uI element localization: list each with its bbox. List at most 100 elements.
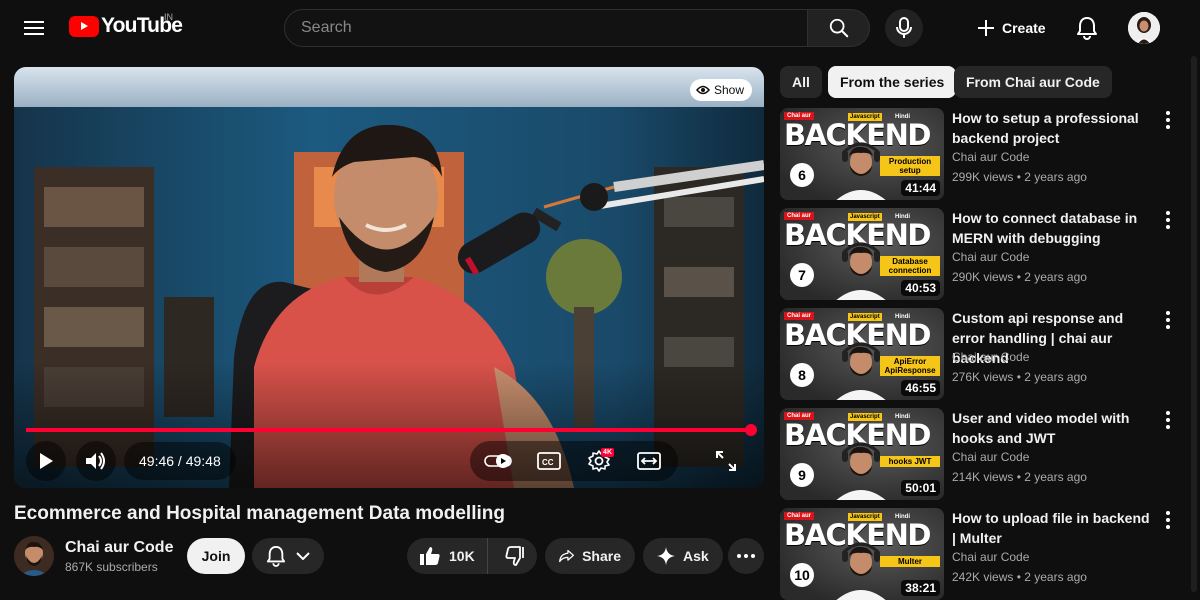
episode-number: 10: [790, 563, 814, 587]
subscriber-count: 867K subscribers: [65, 560, 158, 574]
recommendation-more-button[interactable]: [1156, 208, 1180, 232]
search-icon: [829, 18, 848, 38]
mic-icon: [896, 17, 912, 38]
video-thumbnail[interactable]: Chai aur Javascript Hindi BACKEND 6 Productio…: [780, 108, 944, 200]
video-thumbnail[interactable]: Chai aur Javascript Hindi BACKEND 8 ApiError …: [780, 308, 944, 400]
theater-icon: [637, 452, 661, 470]
chip-from-the-series[interactable]: From the series: [828, 66, 957, 98]
recommendation-title[interactable]: User and video model with hooks and JWT: [952, 408, 1152, 448]
video-frame: [14, 67, 764, 488]
more-vertical-icon: [1166, 311, 1170, 329]
scrollbar[interactable]: [1188, 56, 1200, 592]
recommendation-title[interactable]: How to upload file in backend | Multer: [952, 508, 1152, 548]
quality-badge: 4K: [601, 448, 614, 457]
ask-button[interactable]: Ask: [643, 538, 723, 574]
recommendation-item[interactable]: Chai aur Javascript Hindi BACKEND 6 Productio…: [780, 108, 1190, 200]
recommendation-channel[interactable]: Chai aur Code: [952, 550, 1029, 564]
autoplay-toggle-icon: [484, 454, 512, 468]
recommendation-item[interactable]: Chai aur Javascript Hindi BACKEND 7 Database …: [780, 208, 1190, 300]
episode-number: 6: [790, 163, 814, 187]
video-thumbnail[interactable]: Chai aur Javascript Hindi BACKEND 9 hooks JWT…: [780, 408, 944, 500]
episode-number: 7: [790, 263, 814, 287]
video-duration: 50:01: [901, 480, 940, 496]
eye-icon: [695, 85, 710, 95]
create-button[interactable]: Create: [966, 9, 1060, 47]
thumbnail-person-image: [836, 442, 886, 500]
recommendation-title[interactable]: How to setup a professional backend proj…: [952, 108, 1152, 148]
dislike-button[interactable]: [496, 538, 537, 574]
search-input[interactable]: [284, 9, 808, 47]
show-label: Show: [713, 83, 744, 97]
show-chapters-button[interactable]: Show: [689, 79, 752, 101]
volume-button[interactable]: [76, 441, 116, 481]
recommendation-more-button[interactable]: [1156, 408, 1180, 432]
svg-text:CC: CC: [542, 458, 554, 467]
youtube-logo[interactable]: YouTube IN: [69, 12, 183, 38]
more-vertical-icon: [1166, 111, 1170, 129]
share-icon: [559, 549, 575, 563]
country-code: IN: [164, 12, 173, 22]
play-button[interactable]: [26, 441, 66, 481]
fullscreen-button[interactable]: [706, 441, 746, 481]
theater-mode-button[interactable]: [626, 441, 672, 481]
recommendation-channel[interactable]: Chai aur Code: [952, 450, 1029, 464]
recommendation-more-button[interactable]: [1156, 108, 1180, 132]
bell-icon: [1077, 17, 1097, 40]
recommendation-meta: 242K views • 2 years ago: [952, 570, 1087, 584]
autoplay-toggle[interactable]: [476, 441, 522, 481]
plus-icon: [978, 20, 994, 36]
menu-icon: [24, 21, 44, 35]
chevron-down-icon: [296, 552, 310, 560]
voice-search-button[interactable]: [885, 9, 923, 47]
like-button[interactable]: 10K: [407, 538, 488, 574]
video-thumbnail[interactable]: Chai aur Javascript Hindi BACKEND 10 Multer 38…: [780, 508, 944, 600]
thumbnail-topic-label: hooks JWT: [880, 456, 940, 467]
menu-button[interactable]: [16, 12, 52, 44]
recommendation-channel[interactable]: Chai aur Code: [952, 250, 1029, 264]
recommendation-more-button[interactable]: [1156, 508, 1180, 532]
thumbnail-person-image: [836, 542, 886, 600]
recommendation-channel[interactable]: Chai aur Code: [952, 150, 1029, 164]
search-button[interactable]: [808, 9, 870, 47]
sparkle-icon: [657, 547, 675, 565]
recommendation-item[interactable]: Chai aur Javascript Hindi BACKEND 9 hooks JWT…: [780, 408, 1190, 500]
captions-button[interactable]: CC: [526, 441, 572, 481]
video-duration: 40:53: [901, 280, 940, 296]
chip-all[interactable]: All: [780, 66, 822, 98]
account-avatar[interactable]: [1128, 12, 1160, 44]
chip-from-channel[interactable]: From Chai aur Code: [954, 66, 1112, 98]
recommendation-item[interactable]: Chai aur Javascript Hindi BACKEND 8 ApiError …: [780, 308, 1190, 400]
more-actions-button[interactable]: [728, 538, 764, 574]
video-thumbnail[interactable]: Chai aur Javascript Hindi BACKEND 7 Database …: [780, 208, 944, 300]
notifications-button[interactable]: [1068, 9, 1106, 47]
share-label: Share: [582, 548, 621, 564]
channel-avatar[interactable]: [14, 536, 54, 576]
like-dislike-group: 10K: [407, 538, 537, 574]
recommendation-item[interactable]: Chai aur Javascript Hindi BACKEND 10 Multer 38…: [780, 508, 1190, 600]
join-button[interactable]: Join: [187, 538, 245, 574]
video-duration: 46:55: [901, 380, 940, 396]
avatar-image: [1128, 12, 1160, 44]
share-button[interactable]: Share: [545, 538, 635, 574]
search-bar: [284, 9, 870, 47]
like-count: 10K: [449, 548, 475, 564]
ask-label: Ask: [683, 548, 709, 564]
thumbnail-topic-label: Database connection: [880, 256, 940, 276]
recommendation-meta: 214K views • 2 years ago: [952, 470, 1087, 484]
play-icon: [40, 453, 53, 469]
progress-bar[interactable]: [26, 424, 758, 436]
thumbnail-topic-label: ApiError ApiResponse: [880, 356, 940, 376]
bell-icon: [266, 546, 286, 567]
recommendation-channel[interactable]: Chai aur Code: [952, 350, 1029, 364]
scrollbar-thumb[interactable]: [1191, 56, 1197, 592]
video-player[interactable]: Show 49:46 / 49:48 CC 4K: [14, 67, 764, 488]
subscription-notifications-button[interactable]: [252, 538, 324, 574]
progress-fill: [26, 428, 752, 432]
recommendation-more-button[interactable]: [1156, 308, 1180, 332]
settings-button[interactable]: 4K: [576, 441, 622, 481]
captions-icon: CC: [537, 452, 561, 470]
recommendation-title[interactable]: How to connect database in MERN with deb…: [952, 208, 1152, 248]
channel-name[interactable]: Chai aur Code: [65, 539, 173, 557]
more-vertical-icon: [1166, 411, 1170, 429]
more-vertical-icon: [1166, 211, 1170, 229]
